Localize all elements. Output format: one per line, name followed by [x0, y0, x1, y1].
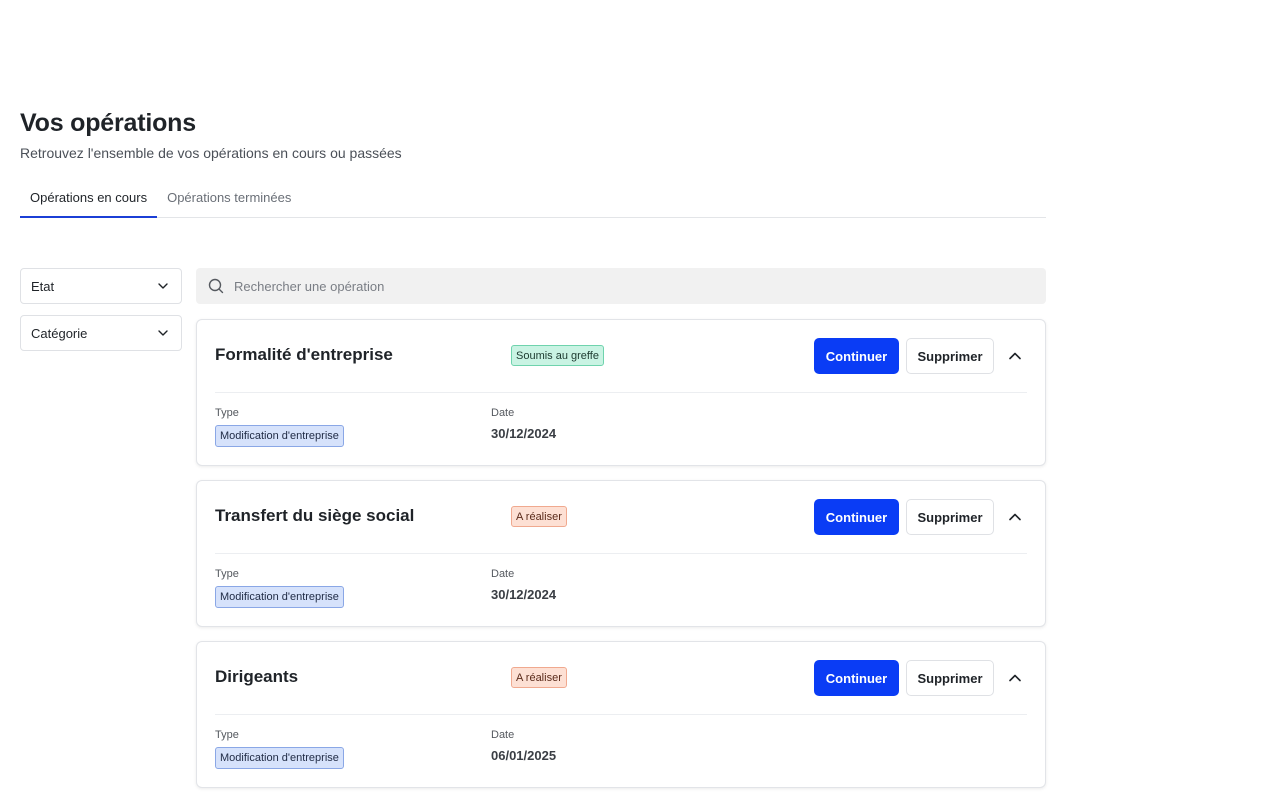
- search-input[interactable]: [232, 277, 1016, 295]
- date-label: Date: [491, 729, 515, 741]
- operation-card: Dirigeants A réaliser Continuer Supprime…: [196, 641, 1046, 788]
- search-bar: [196, 268, 1046, 304]
- delete-button[interactable]: Supprimer: [906, 660, 994, 696]
- date-label: Date: [491, 568, 515, 580]
- type-badge: Modification d'entreprise: [215, 747, 344, 769]
- categorie-filter-label: Catégorie: [31, 325, 88, 341]
- card-divider: [215, 553, 1027, 554]
- tab-bar: Opérations en cours Opérations terminées: [20, 180, 1046, 218]
- type-label: Type: [215, 729, 239, 741]
- operation-card: Formalité d'entreprise Soumis au greffe …: [196, 319, 1046, 466]
- tab-operations-en-cours[interactable]: Opérations en cours: [20, 180, 158, 218]
- type-label: Type: [215, 407, 239, 419]
- type-badge: Modification d'entreprise: [215, 586, 344, 608]
- operation-title: Formalité d'entreprise: [215, 345, 393, 364]
- etat-filter-label: Etat: [31, 278, 55, 294]
- status-badge: Soumis au greffe: [511, 345, 604, 366]
- date-value: 30/12/2024: [491, 426, 557, 441]
- chevron-up-icon[interactable]: [1007, 348, 1023, 364]
- continue-button[interactable]: Continuer: [814, 338, 899, 374]
- status-badge: A réaliser: [511, 667, 567, 688]
- etat-filter-select[interactable]: Etat: [20, 268, 182, 304]
- page-title: Vos opérations: [20, 109, 196, 137]
- date-label: Date: [491, 407, 515, 419]
- categorie-filter-select[interactable]: Catégorie: [20, 315, 182, 351]
- chevron-down-icon: [158, 283, 168, 289]
- chevron-down-icon: [158, 330, 168, 336]
- operation-title: Dirigeants: [215, 667, 299, 686]
- continue-button[interactable]: Continuer: [814, 499, 899, 535]
- chevron-up-icon[interactable]: [1007, 509, 1023, 525]
- operations-list: Formalité d'entreprise Soumis au greffe …: [196, 319, 1046, 799]
- tab-operations-terminees[interactable]: Opérations terminées: [157, 180, 301, 216]
- operations-page: Vos opérations Retrouvez l'ensemble de v…: [0, 0, 1262, 799]
- filters-panel: Etat Catégorie: [20, 268, 182, 351]
- card-divider: [215, 714, 1027, 715]
- operation-title: Transfert du siège social: [215, 506, 415, 525]
- continue-button[interactable]: Continuer: [814, 660, 899, 696]
- operation-card: Transfert du siège social A réaliser Con…: [196, 480, 1046, 627]
- date-value: 30/12/2024: [491, 587, 557, 602]
- card-divider: [215, 392, 1027, 393]
- page-subtitle: Retrouvez l'ensemble de vos opérations e…: [20, 145, 402, 161]
- delete-button[interactable]: Supprimer: [906, 499, 994, 535]
- status-badge: A réaliser: [511, 506, 567, 527]
- chevron-up-icon[interactable]: [1007, 670, 1023, 686]
- date-value: 06/01/2025: [491, 748, 557, 763]
- type-label: Type: [215, 568, 239, 580]
- search-icon: [208, 278, 224, 294]
- delete-button[interactable]: Supprimer: [906, 338, 994, 374]
- type-badge: Modification d'entreprise: [215, 425, 344, 447]
- page-header: Vos opérations Retrouvez l'ensemble de v…: [20, 108, 402, 162]
